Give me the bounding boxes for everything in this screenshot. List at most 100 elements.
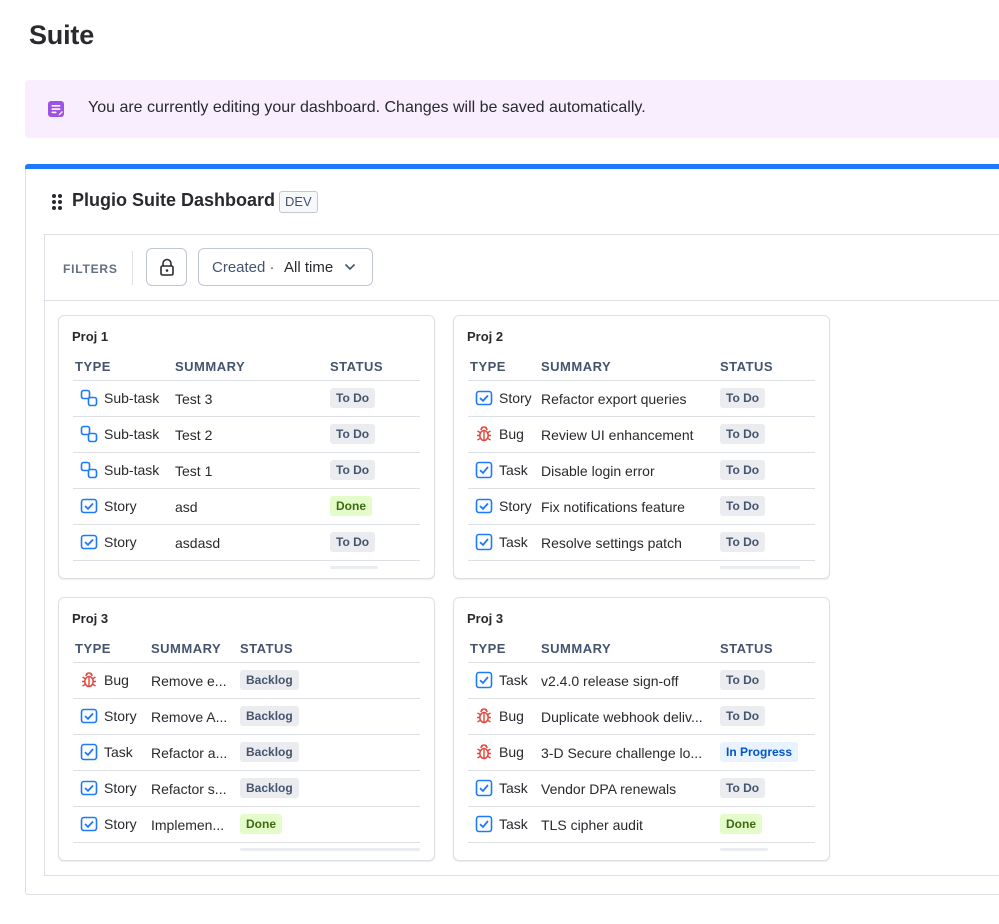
issue-type-label: Bug	[104, 672, 129, 688]
status-badge: In Progress	[720, 742, 799, 762]
issue-summary-link[interactable]: Refactor s...	[151, 781, 226, 797]
column-header-type[interactable]: TYPE	[470, 359, 506, 374]
issue-type-label: Story	[499, 498, 532, 514]
table-header: TYPE SUMMARY STATUS	[73, 639, 420, 663]
table-row[interactable]: Sub-task Test 3 To Do	[73, 381, 420, 417]
status-badge: To Do	[720, 670, 766, 690]
drag-handle-icon[interactable]	[50, 192, 64, 212]
task-icon	[80, 743, 98, 761]
table-row[interactable]: Bug Remove e... Backlog	[73, 663, 420, 699]
filters-divider	[132, 251, 133, 285]
date-filter-value: All time	[284, 259, 334, 276]
issue-type-label: Task	[499, 780, 528, 796]
status-badge: To Do	[720, 460, 766, 480]
table-row[interactable]: Bug Review UI enhancement To Do	[468, 417, 815, 453]
table-row[interactable]: Story Implemen... Done	[73, 807, 420, 843]
lock-filter-button[interactable]	[146, 248, 187, 286]
issue-summary-link[interactable]: Test 2	[175, 427, 212, 443]
table-row[interactable]: Story asd Done	[73, 489, 420, 525]
status-badge: Done	[240, 814, 282, 834]
table-row[interactable]: Story Refactor s... Backlog	[73, 771, 420, 807]
column-header-summary[interactable]: SUMMARY	[151, 641, 221, 656]
bug-icon	[475, 425, 493, 443]
table-row[interactable]: Task Disable login error To Do	[468, 453, 815, 489]
issue-summary-link[interactable]: Remove A...	[151, 709, 227, 725]
dashboard-accent-bar	[25, 164, 999, 169]
story-icon	[80, 779, 98, 797]
created-date-filter[interactable]: Created · All time	[198, 248, 373, 286]
issue-type-label: Task	[499, 462, 528, 478]
issue-summary-link[interactable]: Disable login error	[541, 463, 655, 479]
bug-icon	[475, 707, 493, 725]
table-header: TYPE SUMMARY STATUS	[468, 639, 815, 663]
gadget-title: Proj 1	[72, 329, 109, 344]
status-badge: To Do	[720, 496, 766, 516]
table-row[interactable]: Task Refactor a... Backlog	[73, 735, 420, 771]
issue-type-label: Task	[499, 816, 528, 832]
column-header-summary[interactable]: SUMMARY	[541, 359, 611, 374]
table-row[interactable]: Sub-task Test 1 To Do	[73, 453, 420, 489]
issue-summary-link[interactable]: Refactor a...	[151, 745, 227, 761]
issue-summary-link[interactable]: TLS cipher audit	[541, 817, 643, 833]
issue-summary-link[interactable]: Test 1	[175, 463, 212, 479]
column-header-status[interactable]: STATUS	[720, 641, 773, 656]
table-row[interactable]: Task TLS cipher audit Done	[468, 807, 815, 843]
status-badge: To Do	[330, 460, 376, 480]
issue-summary-link[interactable]: Remove e...	[151, 673, 226, 689]
table-row[interactable]: Bug 3-D Secure challenge lo... In Progress	[468, 735, 815, 771]
issue-summary-link[interactable]: Review UI enhancement	[541, 427, 694, 443]
gadget-card: Proj 2 TYPE SUMMARY STATUS Story Refactor exp…	[453, 315, 830, 579]
issue-summary-link[interactable]: 3-D Secure challenge lo...	[541, 745, 702, 761]
env-badge: DEV	[279, 191, 318, 213]
issue-summary-link[interactable]: v2.4.0 release sign-off	[541, 673, 679, 689]
column-header-summary[interactable]: SUMMARY	[541, 641, 611, 656]
issue-summary-link[interactable]: Resolve settings patch	[541, 535, 682, 551]
table-row[interactable]: Story Refactor export queries To Do	[468, 381, 815, 417]
subtask-icon	[80, 425, 98, 443]
gadget-card: Proj 3 TYPE SUMMARY STATUS Bug Remove e... Bac…	[58, 597, 435, 861]
edit-page-icon	[48, 101, 64, 117]
table-row[interactable]: Bug Duplicate webhook deliv... To Do	[468, 699, 815, 735]
date-filter-key: Created ·	[212, 259, 275, 276]
table-row[interactable]: Story Fix notifications feature To Do	[468, 489, 815, 525]
status-badge: Done	[330, 496, 372, 516]
scroll-overflow-indicator	[330, 566, 378, 569]
chevron-down-icon	[344, 263, 356, 271]
issue-summary-link[interactable]: Fix notifications feature	[541, 499, 685, 515]
issue-type-label: Bug	[499, 708, 524, 724]
table-row[interactable]: Task v2.4.0 release sign-off To Do	[468, 663, 815, 699]
issue-type-label: Story	[104, 498, 137, 514]
column-header-type[interactable]: TYPE	[75, 359, 111, 374]
issue-summary-link[interactable]: Implemen...	[151, 817, 224, 833]
table-row[interactable]: Story asdasd To Do	[73, 525, 420, 561]
subtask-icon	[80, 461, 98, 479]
issue-summary-link[interactable]: Test 3	[175, 391, 212, 407]
scroll-overflow-indicator	[240, 848, 420, 851]
filters-bar: FILTERS Created · All time	[45, 235, 999, 301]
story-icon	[475, 389, 493, 407]
column-header-status[interactable]: STATUS	[330, 359, 383, 374]
issue-summary-link[interactable]: Duplicate webhook deliv...	[541, 709, 703, 725]
table-row[interactable]: Task Resolve settings patch To Do	[468, 525, 815, 561]
column-header-summary[interactable]: SUMMARY	[175, 359, 245, 374]
column-header-type[interactable]: TYPE	[75, 641, 111, 656]
issue-type-label: Task	[499, 534, 528, 550]
gadget-title: Proj 3	[72, 611, 109, 626]
table-row-partial	[73, 843, 420, 851]
column-header-status[interactable]: STATUS	[720, 359, 773, 374]
issue-summary-link[interactable]: asdasd	[175, 535, 220, 551]
story-icon	[475, 497, 493, 515]
dashboard-title: Plugio Suite Dashboard	[72, 190, 276, 210]
table-row[interactable]: Task Vendor DPA renewals To Do	[468, 771, 815, 807]
column-header-status[interactable]: STATUS	[240, 641, 293, 656]
issue-summary-link[interactable]: asd	[175, 499, 198, 515]
column-header-type[interactable]: TYPE	[470, 641, 506, 656]
issue-summary-link[interactable]: Refactor export queries	[541, 391, 687, 407]
edit-banner: You are currently editing your dashboard…	[25, 80, 999, 138]
issue-table: TYPE SUMMARY STATUS Task v2.4.0 release sign…	[468, 639, 815, 851]
table-row[interactable]: Sub-task Test 2 To Do	[73, 417, 420, 453]
table-row[interactable]: Story Remove A... Backlog	[73, 699, 420, 735]
issue-summary-link[interactable]: Vendor DPA renewals	[541, 781, 676, 797]
status-badge: Backlog	[240, 742, 299, 762]
page-title: Suite	[29, 20, 95, 50]
